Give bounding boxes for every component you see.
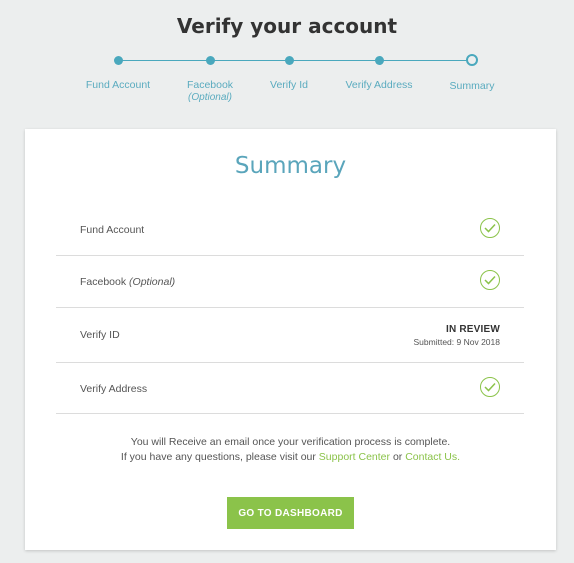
contact-us-link[interactable]: Contact Us.: [405, 451, 460, 463]
check-circle-icon: [480, 270, 500, 290]
summary-row-verify-address: Verify Address: [56, 363, 524, 414]
step-verify-address[interactable]: Verify Address: [329, 54, 429, 91]
info-text: You will Receive an email once your veri…: [25, 435, 556, 465]
progress-stepper: Fund Account Facebook (Optional) Verify …: [0, 54, 574, 114]
in-review-badge: IN REVIEW: [445, 324, 500, 335]
summary-row-fund-account: Fund Account: [56, 203, 524, 256]
summary-row-facebook: Facebook (Optional): [56, 256, 524, 308]
step-summary[interactable]: Summary: [422, 54, 522, 92]
step-label: Verify Id: [270, 79, 308, 91]
row-label: Fund Account: [80, 224, 144, 236]
step-dot-current: [466, 54, 478, 66]
summary-card: Summary Fund Account Facebook (Optional)…: [25, 129, 556, 550]
step-dot: [205, 56, 215, 65]
step-dot: [374, 56, 384, 65]
step-label: Summary: [449, 80, 495, 92]
row-label: Verify Address: [80, 383, 147, 395]
step-fund-account[interactable]: Fund Account: [68, 54, 168, 91]
step-dot: [284, 56, 294, 65]
summary-title: Summary: [234, 153, 347, 179]
step-sublabel: (Optional): [188, 92, 232, 103]
check-circle-icon: [480, 377, 500, 397]
step-label: Verify Address: [345, 79, 413, 91]
summary-row-verify-id: Verify ID IN REVIEW Submitted: 9 Nov 201…: [56, 308, 524, 363]
row-label-optional: (Optional): [129, 276, 176, 288]
info-line-1: You will Receive an email once your veri…: [130, 436, 451, 448]
support-center-link[interactable]: Support Center: [319, 451, 390, 463]
step-verify-id[interactable]: Verify Id: [239, 54, 339, 91]
step-dot: [113, 56, 123, 65]
row-label-text: Facebook: [80, 276, 127, 288]
review-status: IN REVIEW Submitted: 9 Nov 2018: [414, 324, 500, 347]
row-label: Verify ID: [80, 329, 120, 341]
step-label: Fund Account: [85, 79, 151, 91]
info-line-2-text: If you have any questions, please visit …: [120, 451, 316, 463]
row-label: Facebook (Optional): [80, 276, 175, 288]
check-circle-icon: [480, 218, 500, 238]
or-text: or: [392, 451, 403, 463]
page-title: Verify your account: [176, 14, 398, 38]
go-to-dashboard-button[interactable]: GO TO DASHBOARD: [227, 497, 354, 529]
row-label-text: Verify ID: [80, 329, 120, 341]
submitted-date: Submitted: 9 Nov 2018: [413, 337, 500, 347]
info-line-2: If you have any questions, please visit …: [25, 450, 556, 465]
row-label-text: Fund Account: [80, 224, 145, 236]
row-label-text: Verify Address: [80, 383, 148, 395]
